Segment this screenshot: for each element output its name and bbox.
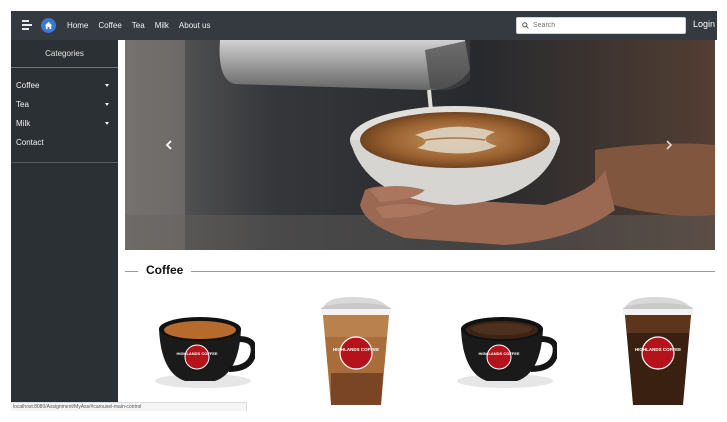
- search-icon: [522, 22, 529, 29]
- login-link[interactable]: Login: [693, 19, 715, 29]
- latte-art-image: [125, 40, 715, 250]
- sidebar-item-contact[interactable]: Contact: [11, 133, 118, 152]
- carousel-next-button[interactable]: [663, 138, 675, 152]
- sidebar-divider: [11, 67, 118, 68]
- hero-carousel[interactable]: [125, 40, 715, 250]
- sidebar-item-tea[interactable]: Tea: [11, 95, 118, 114]
- hot-coffee-mug-image: HIGHLANDS COFFEE: [155, 317, 257, 388]
- iced-milk-coffee-image: HIGHLANDS COFFEE: [321, 297, 391, 405]
- home-icon[interactable]: [41, 18, 56, 33]
- top-navbar: Home Coffee Tea Milk About us Login: [11, 11, 717, 40]
- search-box[interactable]: [516, 17, 686, 34]
- caret-down-icon: [105, 84, 109, 87]
- iced-black-coffee-image: HIGHLANDS COFFEE: [623, 297, 693, 405]
- heading-rule-left: [125, 271, 138, 272]
- product-brand: HIGHLANDS COFFEE: [333, 347, 379, 352]
- product-brand: HIGHLANDS COFFEE: [478, 351, 519, 356]
- section-heading: Coffee: [125, 263, 715, 279]
- nav-links: Home Coffee Tea Milk About us: [67, 11, 220, 40]
- caret-down-icon: [105, 103, 109, 106]
- chevron-right-icon: [666, 140, 673, 150]
- sidebar-item-label: Tea: [16, 100, 29, 109]
- sidebar-item-label: Coffee: [16, 81, 40, 90]
- browser-viewport: Home Coffee Tea Milk About us Login Cate…: [11, 11, 717, 411]
- nav-link-tea[interactable]: Tea: [132, 21, 145, 30]
- product-brand: HIGHLANDS COFFEE: [176, 351, 217, 356]
- product-card[interactable]: HIGHLANDS COFFEE: [447, 293, 559, 411]
- nav-link-coffee[interactable]: Coffee: [98, 21, 121, 30]
- carousel-prev-button[interactable]: [163, 138, 175, 152]
- hot-black-coffee-mug-image: HIGHLANDS COFFEE: [457, 317, 559, 388]
- product-card[interactable]: HIGHLANDS COFFEE: [145, 293, 257, 411]
- product-grid: HIGHLANDS COFFEE HIGHLANDS COFFEE HIGHLA…: [125, 293, 715, 411]
- heading-rule-right: [191, 271, 715, 272]
- product-card[interactable]: HIGHLANDS COFFEE: [605, 293, 715, 411]
- status-bar-url: localhost:8080/Assignment/MyAss/#carouse…: [11, 402, 247, 411]
- sidebar-toggle-icon[interactable]: [22, 20, 32, 30]
- sidebar-item-milk[interactable]: Milk: [11, 114, 118, 133]
- sidebar: Categories Coffee Tea Milk Contact: [11, 40, 118, 411]
- sidebar-item-coffee[interactable]: Coffee: [11, 76, 118, 95]
- sidebar-title: Categories: [45, 49, 84, 58]
- nav-link-milk[interactable]: Milk: [155, 21, 169, 30]
- product-card[interactable]: HIGHLANDS COFFEE: [303, 293, 413, 411]
- product-brand: HIGHLANDS COFFEE: [635, 347, 681, 352]
- nav-link-home[interactable]: Home: [67, 21, 88, 30]
- search-input[interactable]: [533, 22, 673, 29]
- chevron-left-icon: [165, 140, 172, 150]
- nav-link-about-us[interactable]: About us: [179, 21, 211, 30]
- sidebar-item-label: Contact: [16, 138, 44, 147]
- section-title: Coffee: [146, 263, 184, 277]
- sidebar-bottom-divider: [11, 162, 118, 163]
- sidebar-item-label: Milk: [16, 119, 31, 128]
- caret-down-icon: [105, 122, 109, 125]
